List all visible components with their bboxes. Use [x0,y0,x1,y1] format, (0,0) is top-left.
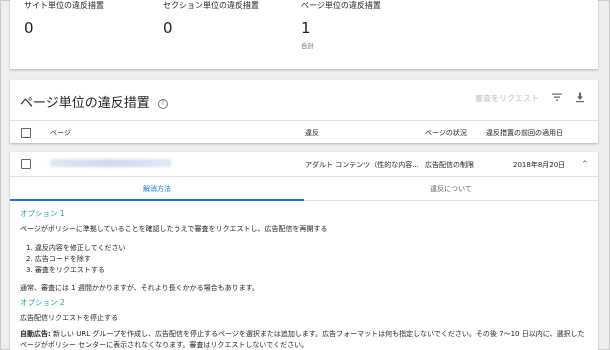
tab-resolution[interactable]: 解消方法 [10,184,304,194]
tab-about-violation[interactable]: 違反について [304,184,598,194]
stat-value: 1 [301,19,311,37]
option-1-heading: オプション 1 [20,209,65,218]
issue-detail-card: アダルト コンテンツ（性的な内容... 広告配信の制限 2018年8月20日 ⌃… [10,152,598,350]
stat-label: ページ単位の違反措置 [301,1,381,10]
table-header: ページ 違反 ページの状況 違反措置の前回の適用日 [10,120,598,144]
auto-ads-instructions-cont: ページがポリシー センターに表示されなくなります。審査はリクエストしないでくださ… [20,341,309,349]
auto-ads-label: 自動広告: [20,330,51,338]
column-header-status[interactable]: ページの状況 [425,128,467,138]
step-item: 2. 広告コードを除す [26,255,91,263]
row-checkbox[interactable] [21,159,31,169]
stat-label: サイト単位の違反措置 [24,1,104,10]
stat-label: セクション単位の違反措置 [163,1,259,10]
stat-value: 0 [24,19,34,37]
summary-card: サイト単位の違反措置 0 セクション単位の違反措置 0 ページ単位の違反措置 1… [10,0,598,69]
site-level-stat: サイト単位の違反措置 0 [24,0,104,37]
auto-ads-instructions: 自動広告: 新しい URL グループを作成し、広告配信を停止するページを選択また… [20,330,585,339]
step-item: 1. 違反内容を修正してください [26,244,126,252]
section-level-stat: セクション単位の違反措置 0 [163,0,259,37]
auto-ads-text: 新しい URL グループを作成し、広告配信を停止するページを選択または追加します… [50,330,585,338]
column-header-violation[interactable]: 違反 [305,128,319,138]
table-row[interactable]: アダルト コンテンツ（性的な内容... 広告配信の制限 2018年8月20日 ⌃ [10,152,598,177]
page-issues-title-text: ページ単位の違反措置 [20,96,150,111]
chevron-up-icon[interactable]: ⌃ [581,160,589,170]
option-1-intro: ページがポリシーに準拠していることを確認したうえで審査をリクエストし、広告配信を… [20,225,328,233]
page-issues-title: ページ単位の違反措置? [20,92,168,111]
download-icon[interactable] [574,91,586,103]
column-header-page[interactable]: ページ [50,128,71,138]
page-issues-card: ページ単位の違反措置? 審査をリクエスト ページ 違反 ページの状況 違反措置の… [10,80,598,143]
help-icon[interactable]: ? [157,98,168,109]
request-review-button[interactable]: 審査をリクエスト [475,93,539,104]
option-2-heading-text: 広告配信リクエストを停止する [20,314,118,322]
review-note: 通常、審査には 1 週間かかりますが、それより長くかかる場合もあります。 [20,284,259,292]
stat-value: 0 [163,19,173,37]
detail-tabs: 解消方法 違反について [10,177,598,201]
step-item: 3. 審査をリクエストする [26,266,105,274]
row-violation: アダルト コンテンツ（性的な内容... [305,161,419,169]
select-all-checkbox[interactable] [21,128,31,138]
active-tab-indicator [10,199,304,201]
stat-sublabel: 合計 [301,42,314,50]
row-status: 広告配信の制限 [425,161,474,169]
row-date: 2018年8月20日 [513,161,566,169]
page-level-stat: ページ単位の違反措置 1 合計 [301,0,381,50]
column-header-date[interactable]: 違反措置の前回の適用日 [486,128,563,138]
filter-icon[interactable] [551,91,563,103]
option-2-heading: オプション 2 [20,298,65,307]
blurred-page-url [50,159,172,167]
